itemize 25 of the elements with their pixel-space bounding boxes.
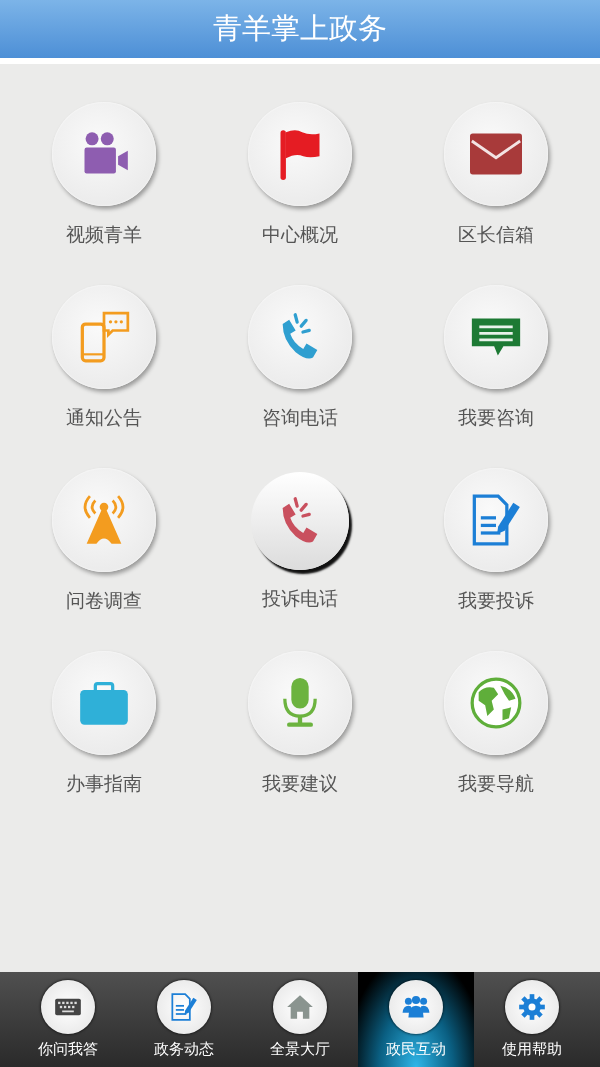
people-icon [402,993,430,1021]
menu-label: 中心概况 [262,222,338,247]
menu-label: 视频青羊 [66,222,142,247]
tab[interactable]: 你问我答 [10,972,126,1067]
document-pencil-icon [470,494,522,546]
app-title: 青羊掌上政务 [213,10,387,47]
house-icon [286,993,314,1021]
tab[interactable]: 全景大厅 [242,972,358,1067]
tab[interactable]: 政民互动 [358,972,474,1067]
menu-label: 咨询电话 [262,405,338,430]
menu-label: 投诉电话 [262,586,338,611]
document-pencil-icon [170,993,198,1021]
menu-label: 我要咨询 [458,405,534,430]
menu-label: 我要建议 [262,771,338,796]
tab[interactable]: 政务动态 [126,972,242,1067]
globe-icon [470,677,522,729]
menu-label: 问卷调查 [66,588,142,613]
menu-label: 办事指南 [66,771,142,796]
smartphone-chat-icon [78,311,130,363]
settings-icon [518,993,546,1021]
menu-label: 我要导航 [458,771,534,796]
menu-label: 区长信箱 [458,222,534,247]
menu-label: 我要投诉 [458,588,534,613]
tab[interactable]: 使用帮助 [474,972,590,1067]
menu-label: 通知公告 [66,405,142,430]
